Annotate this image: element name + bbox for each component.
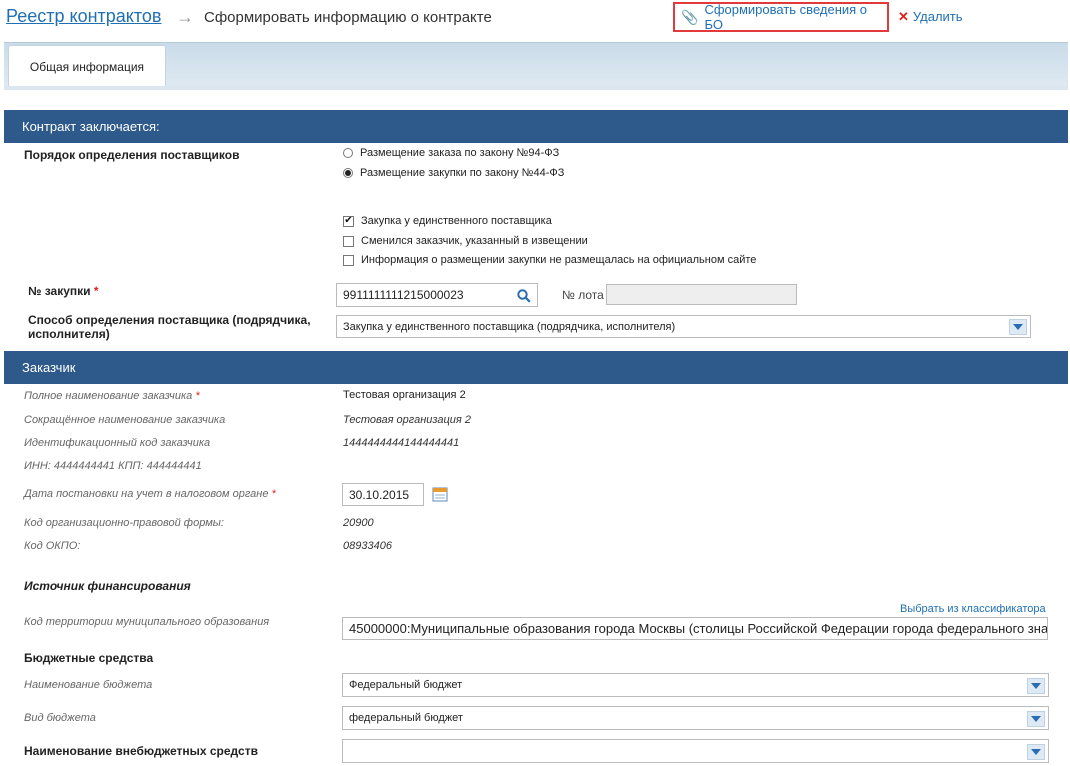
radio-law-94-label: Размещение заказа по закону №94-ФЗ: [360, 147, 560, 159]
choose-classifier-link[interactable]: Выбрать из классификатора: [900, 603, 1046, 615]
purchase-number-label: № закупки *: [28, 284, 99, 298]
extra-budget-label: Наименование внебюджетных средств: [24, 744, 258, 758]
paperclip-icon: 📎: [681, 8, 699, 25]
order-label: Порядок определения поставщиков: [24, 148, 240, 162]
radio-law-44-label: Размещение закупки по закону №44-ФЗ: [360, 167, 565, 179]
chevron-down-icon[interactable]: [1009, 319, 1027, 335]
checkbox-single-supplier-control[interactable]: ✔: [343, 215, 354, 227]
chevron-down-icon[interactable]: [1027, 711, 1045, 727]
tab-general-info[interactable]: Общая информация: [8, 45, 166, 87]
okopf-label: Код организационно-правовой формы:: [24, 517, 224, 529]
full-name-value: Тестовая организация 2: [343, 389, 466, 401]
search-icon[interactable]: [517, 289, 531, 303]
id-code-value: 1444444444144444441: [343, 437, 460, 449]
okpo-label: Код ОКПО:: [24, 540, 81, 552]
chevron-down-icon[interactable]: [1027, 678, 1045, 694]
checkbox-info-not-published[interactable]: Информация о размещении закупки не разме…: [343, 254, 756, 266]
radio-law-44[interactable]: Размещение закупки по закону №44-ФЗ: [343, 167, 564, 179]
radio-law-94[interactable]: Размещение заказа по закону №94-ФЗ: [343, 147, 559, 159]
method-select[interactable]: Закупка у единственного поставщика (подр…: [336, 315, 1031, 338]
close-icon: ✕: [898, 9, 909, 24]
method-select-value: Закупка у единственного поставщика (подр…: [343, 320, 676, 333]
okpo-value: 08933406: [343, 540, 392, 552]
checkbox-single-supplier[interactable]: ✔ Закупка у единственного поставщика: [343, 215, 552, 227]
budget-type-label: Вид бюджета: [24, 712, 96, 724]
section-header-contract: Контракт заключается:: [4, 110, 1068, 143]
breadcrumb-contract-registry-link[interactable]: Реестр контрактов: [6, 6, 161, 27]
reg-date-label: Дата постановки на учет в налоговом орга…: [24, 488, 276, 500]
budget-name-value: Федеральный бюджет: [349, 679, 463, 691]
territory-field[interactable]: 45000000:Муниципальные образования город…: [342, 617, 1048, 640]
short-name-label: Сокращённое наименование заказчика: [24, 414, 226, 426]
form-bo-button-label: Сформировать сведения о БО: [704, 2, 868, 32]
radio-law-94-control[interactable]: [343, 148, 353, 158]
lot-number-label: № лота: [562, 288, 604, 302]
checkbox-customer-changed-label: Сменился заказчик, указанный в извещении: [361, 235, 588, 247]
short-name-value: Тестовая организация 2: [343, 414, 471, 426]
territory-label: Код территории муниципального образовани…: [24, 616, 270, 628]
purchase-number-field[interactable]: 9911111111215000023: [336, 283, 538, 307]
checkbox-info-not-published-label: Информация о размещении закупки не разме…: [361, 254, 757, 266]
section-header-customer: Заказчик: [4, 351, 1068, 384]
method-label: Способ определения поставщика (подрядчик…: [28, 313, 311, 341]
chevron-down-icon[interactable]: [1027, 744, 1045, 760]
budget-title: Бюджетные средства: [24, 651, 154, 665]
delete-button[interactable]: ✕ Удалить: [898, 9, 963, 25]
lot-number-field: [606, 284, 797, 305]
delete-button-label: Удалить: [912, 9, 963, 24]
budget-type-value: федеральный бюджет: [349, 712, 463, 724]
tab-bar-underline: [4, 86, 1068, 90]
financing-title: Источник финансирования: [24, 579, 191, 593]
budget-name-select[interactable]: Федеральный бюджет: [342, 673, 1049, 697]
full-name-label: Полное наименование заказчика *: [24, 390, 200, 402]
checkbox-customer-changed[interactable]: Сменился заказчик, указанный в извещении: [343, 235, 588, 247]
page-title: Сформировать информацию о контракте: [204, 9, 492, 26]
extra-budget-select[interactable]: [342, 739, 1049, 763]
inn-kpp: ИНН: 4444444441 КПП: 444444441: [24, 460, 202, 472]
okopf-value: 20900: [343, 517, 374, 529]
calendar-icon[interactable]: [432, 486, 448, 502]
radio-law-44-control[interactable]: [343, 168, 353, 178]
checkbox-single-supplier-label: Закупка у единственного поставщика: [361, 215, 552, 227]
checkbox-customer-changed-control[interactable]: [343, 235, 354, 247]
budget-type-select[interactable]: федеральный бюджет: [342, 706, 1049, 730]
id-code-label: Идентификационный код заказчика: [24, 437, 211, 449]
checkbox-info-not-published-control[interactable]: [343, 254, 354, 266]
breadcrumb-arrow-icon: →: [176, 7, 194, 27]
purchase-number-value: 9911111111215000023: [343, 288, 464, 302]
budget-name-label: Наименование бюджета: [24, 679, 153, 691]
form-bo-button[interactable]: 📎 Сформировать сведения о БО: [673, 2, 889, 32]
reg-date-field[interactable]: 30.10.2015: [342, 483, 424, 506]
